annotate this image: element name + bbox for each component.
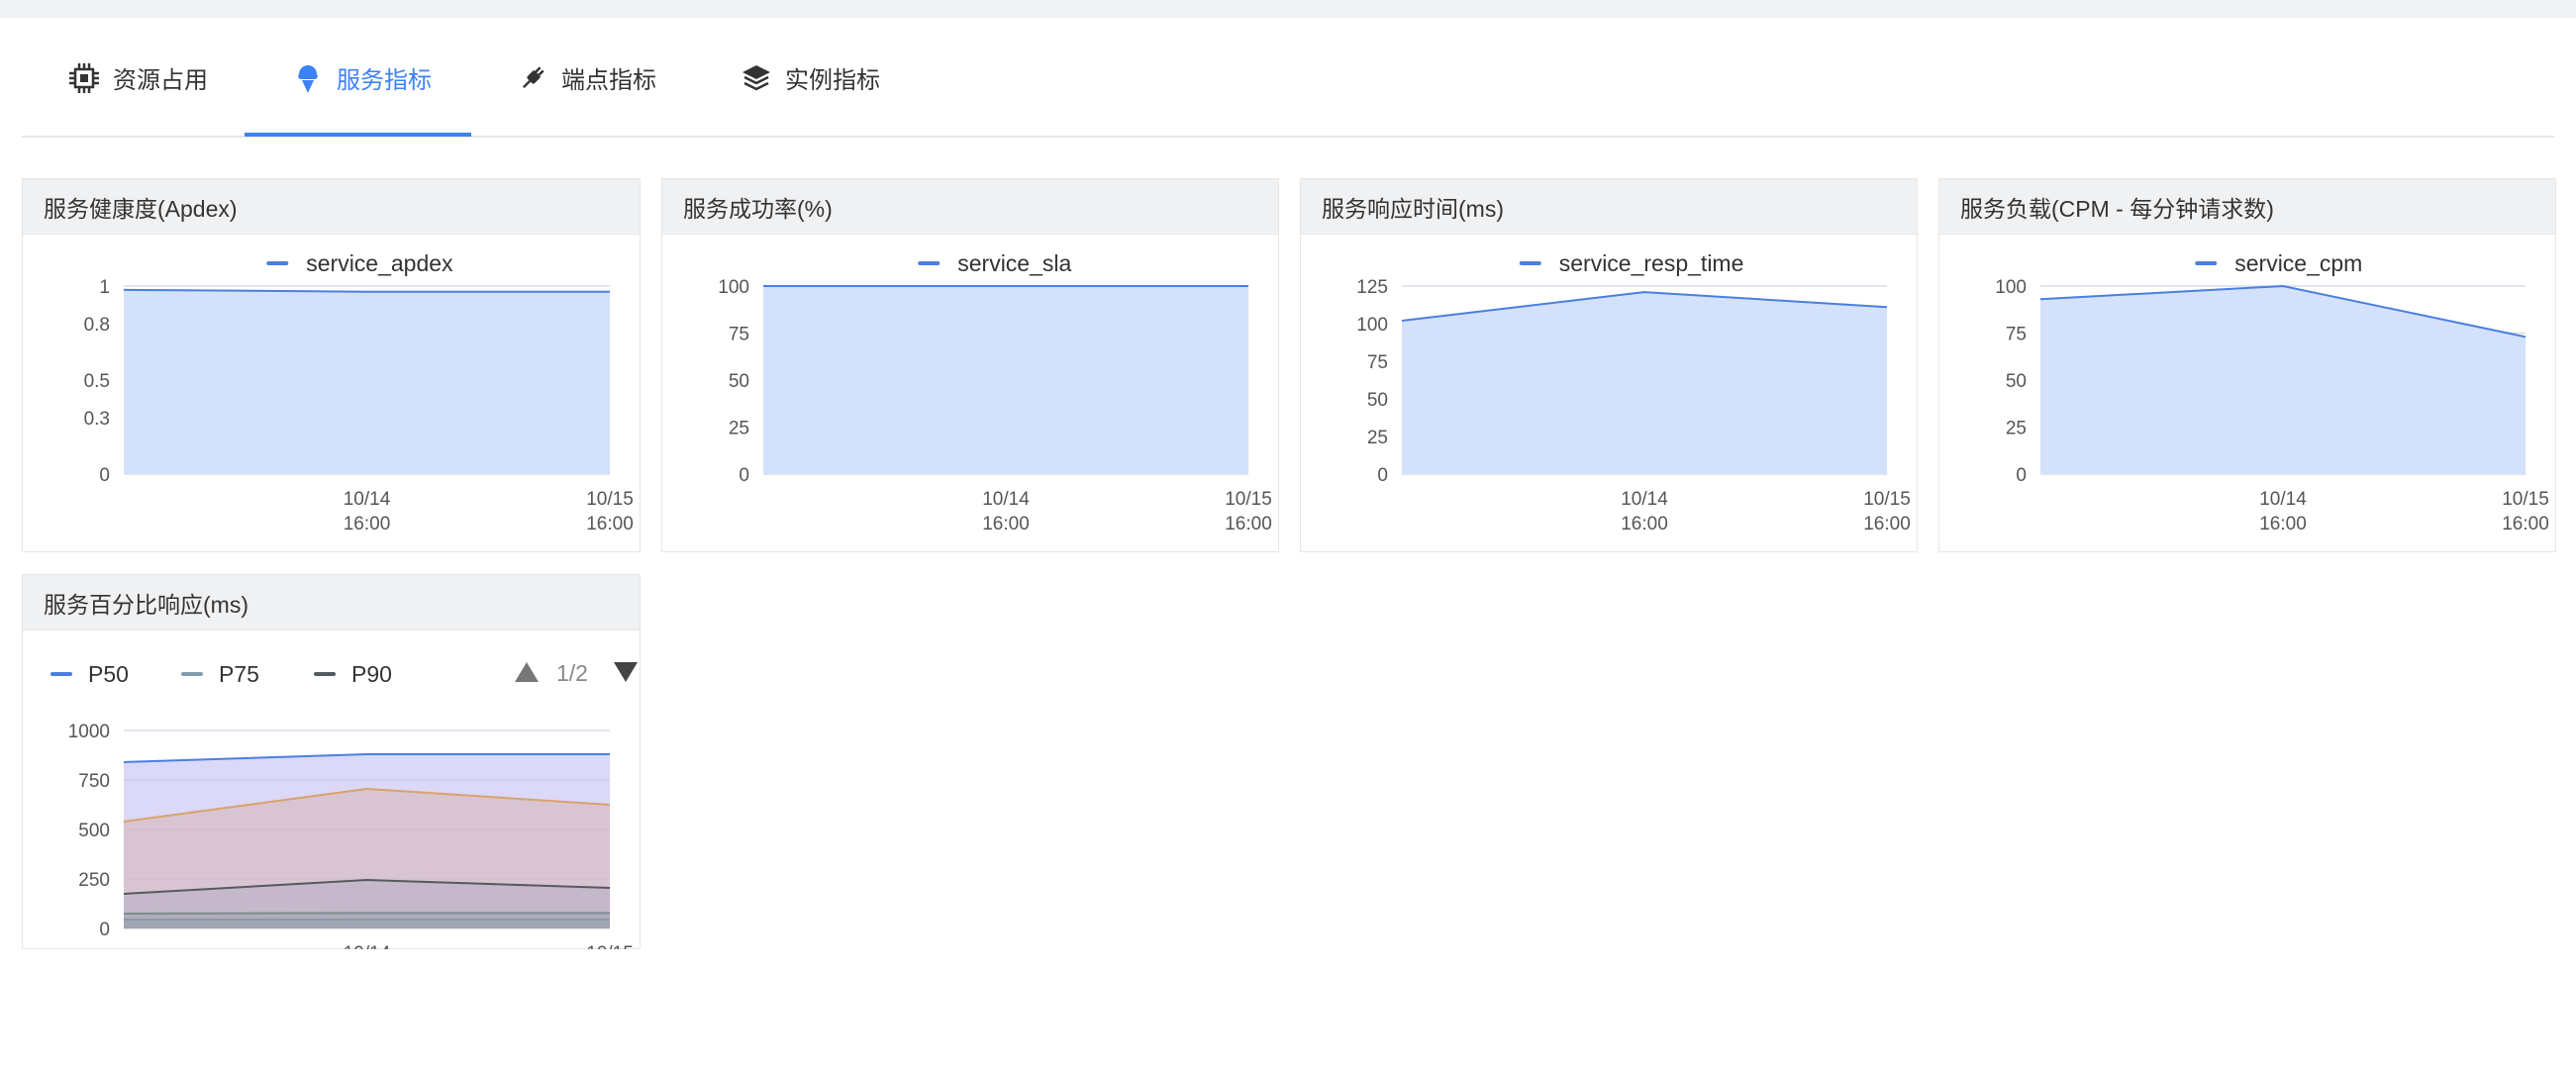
legend-swatch (181, 672, 203, 676)
sla-area-chart[interactable]: 0 25 50 75 100 10/14 16:00 10/15 16:00 service_sl… (662, 236, 1278, 552)
legend-swatch (266, 261, 289, 265)
x-tick-label: 16:00 (344, 514, 391, 534)
x-tick-label: 10/14 (1621, 489, 1668, 510)
y-tick-label: 0 (99, 920, 110, 940)
series-line (123, 912, 610, 915)
layers-icon (740, 61, 773, 95)
legend-label: service_resp_time (1559, 250, 1744, 276)
y-tick-label: 25 (729, 419, 749, 439)
page-down-arrow-icon[interactable] (614, 662, 638, 682)
x-tick-label: 10/15 (2502, 489, 2549, 510)
tab-label: 资源占用 (113, 67, 208, 94)
y-tick-label: 75 (729, 325, 749, 345)
y-tick-label: 75 (1367, 352, 1388, 373)
y-tick-label: 100 (1356, 315, 1388, 336)
x-tick-label: 10/15 (586, 489, 634, 510)
legend-label: P50 (88, 661, 129, 687)
y-tick-label: 0 (99, 465, 110, 486)
chart-title: 服务响应时间(ms) (1301, 179, 1917, 235)
plug-icon (516, 61, 549, 95)
percentile-area-chart[interactable]: 0250500750100010/1416:0010/1516:00P50P75… (23, 632, 640, 949)
x-tick-label: 10/15 (586, 943, 634, 949)
y-tick-label: 125 (1356, 277, 1388, 298)
y-tick-label: 0 (739, 465, 749, 486)
legend-swatch (918, 261, 941, 265)
top-strip (0, 0, 2576, 18)
y-tick-label: 750 (78, 771, 110, 792)
series-area (124, 289, 610, 474)
page-up-arrow-icon[interactable] (515, 662, 539, 682)
x-tick-label: 10/15 (1225, 489, 1272, 510)
legend-label: service_cpm (2234, 250, 2362, 276)
x-tick-label: 10/15 (1863, 489, 1911, 510)
tab-label: 端点指标 (561, 67, 656, 94)
y-tick-label: 50 (1367, 390, 1388, 411)
x-tick-label: 10/14 (344, 489, 391, 510)
chart-card-apdex: 服务健康度(Apdex) 0 0.3 0.5 0.8 1 10/14 16:00 10/15 1… (22, 178, 641, 552)
ice-cream-icon (291, 61, 325, 95)
x-tick-label: 16:00 (982, 514, 1030, 534)
legend-label: service_sla (957, 250, 1071, 276)
legend-pager: 1/2 (556, 660, 588, 686)
y-tick-label: 0.3 (84, 409, 110, 430)
chart-card-sla: 服务成功率(%) 0 25 50 75 100 10/14 16:00 10/15 16:00 s… (661, 178, 1279, 552)
chart-card-cpm: 服务负载(CPM - 每分钟请求数) 0 25 50 75 100 10/14 16:00 1… (1938, 178, 2556, 552)
tab-label: 服务指标 (337, 67, 432, 94)
x-tick-label: 10/14 (2259, 489, 2307, 510)
y-tick-label: 25 (2006, 419, 2027, 439)
y-tick-label: 0.5 (84, 371, 110, 392)
legend-label: service_apdex (306, 250, 453, 276)
chart-title: 服务负载(CPM - 每分钟请求数) (1939, 179, 2555, 235)
chart-title: 服务成功率(%) (662, 179, 1278, 235)
y-tick-label: 50 (2006, 371, 2027, 392)
x-tick-label: 16:00 (586, 514, 634, 534)
cpm-area-chart[interactable]: 0 25 50 75 100 10/14 16:00 10/15 16:00 service_cp… (1939, 236, 2555, 552)
apdex-area-chart[interactable]: 0 0.3 0.5 0.8 1 10/14 16:00 10/15 16:00 service_a… (23, 236, 640, 552)
y-tick-label: 50 (729, 371, 749, 392)
series-area (763, 286, 1248, 474)
x-tick-label: 10/14 (982, 489, 1030, 510)
x-tick-label: 16:00 (1225, 514, 1272, 534)
y-tick-label: 100 (718, 277, 749, 298)
y-tick-label: 25 (1367, 428, 1388, 448)
y-tick-label: 250 (78, 870, 110, 891)
series-area (1402, 292, 1887, 474)
chart-card-resp-time: 服务响应时间(ms) 0 25 50 75 100 125 10/14 16:00 10/15 1… (1300, 178, 1918, 552)
active-tab-indicator (245, 133, 471, 137)
series-area (124, 920, 610, 928)
tab-resource-usage[interactable]: 资源占用 (67, 18, 208, 138)
metrics-tab-bar: 资源占用 服务指标 端点指标 实例指标 (22, 18, 2554, 138)
legend-swatch (2195, 261, 2218, 265)
x-tick-label: 16:00 (1863, 514, 1911, 534)
tab-endpoint-metrics[interactable]: 端点指标 (516, 18, 656, 138)
legend-label: P75 (219, 661, 259, 687)
y-tick-label: 500 (78, 821, 110, 841)
y-tick-label: 100 (1995, 277, 2027, 298)
chart-title: 服务百分比响应(ms) (23, 575, 640, 631)
y-tick-label: 0 (1377, 465, 1388, 486)
x-tick-label: 16:00 (1621, 514, 1668, 534)
chart-card-percentile: 服务百分比响应(ms) 0250500750100010/1416:0010/1… (22, 574, 641, 949)
y-tick-label: 1 (99, 277, 110, 298)
y-tick-label: 0.8 (84, 315, 110, 336)
legend-swatch (314, 672, 336, 676)
legend-swatch (1519, 261, 1541, 265)
x-tick-label: 10/14 (344, 943, 391, 949)
resp-time-area-chart[interactable]: 0 25 50 75 100 125 10/14 16:00 10/15 16:00 service… (1301, 236, 1917, 552)
legend-swatch (50, 672, 72, 676)
y-tick-label: 0 (2016, 465, 2027, 486)
chart-title: 服务健康度(Apdex) (23, 179, 640, 235)
x-tick-label: 16:00 (2502, 514, 2549, 534)
y-tick-label: 75 (2006, 325, 2027, 345)
legend-label: P90 (351, 661, 392, 687)
y-tick-label: 1000 (68, 722, 110, 742)
series-area (2040, 286, 2526, 474)
tab-instance-metrics[interactable]: 实例指标 (740, 18, 880, 138)
chip-icon (67, 61, 101, 95)
tab-label: 实例指标 (785, 67, 880, 94)
tab-service-metrics[interactable]: 服务指标 (291, 18, 432, 138)
x-tick-label: 16:00 (2259, 514, 2307, 534)
